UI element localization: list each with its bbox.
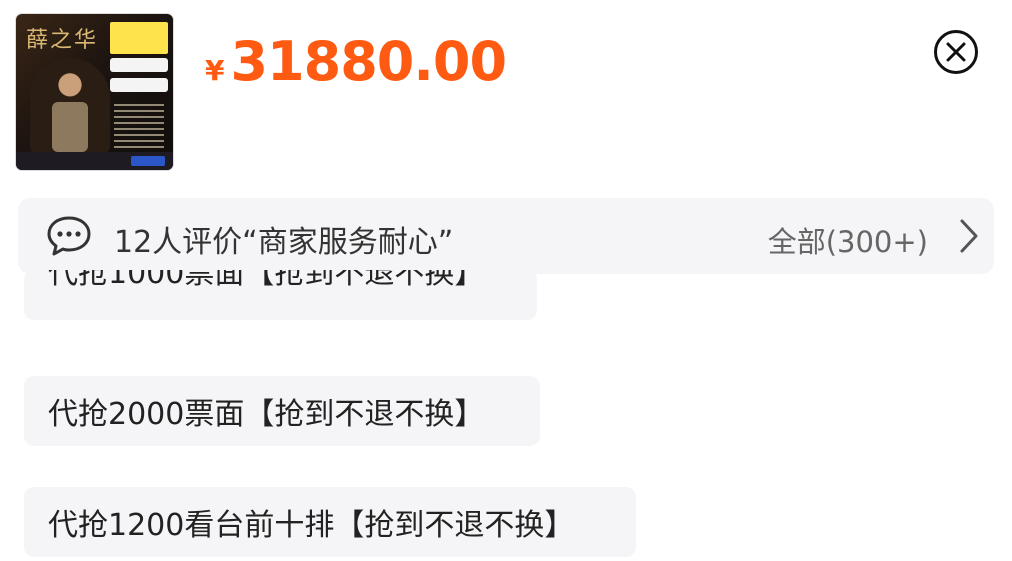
poster-text-lines xyxy=(114,104,164,152)
ticket-option[interactable]: 代抢2000票面【抢到不退不换】 xyxy=(24,376,540,446)
poster-footer xyxy=(16,152,173,170)
poster-banner xyxy=(110,22,168,54)
ticket-option[interactable]: 代抢1200看台前十排【抢到不退不换】 xyxy=(24,487,636,557)
ticket-option-label: 代抢1200看台前十排【抢到不退不换】 xyxy=(48,508,575,543)
chat-bubble-icon xyxy=(47,216,91,256)
poster-tag xyxy=(110,58,168,72)
price-display: ¥ 31880.00 xyxy=(205,30,507,93)
ticket-option[interactable]: 代抢1000票面【抢到不退不换】 xyxy=(24,270,537,320)
poster-title-art: 薛之华 xyxy=(26,28,99,53)
currency-symbol: ¥ xyxy=(205,54,225,87)
ticket-option-label: 代抢2000票面【抢到不退不换】 xyxy=(48,397,485,432)
review-summary-text: 12人评价“商家服务耐心” xyxy=(114,225,454,260)
price-amount: 31880.00 xyxy=(230,30,507,93)
ticket-option-label: 代抢1000票面【抢到不退不换】 xyxy=(48,270,485,291)
review-summary-bar[interactable]: 12人评价“商家服务耐心” 全部(300+) xyxy=(18,198,994,274)
poster-figure xyxy=(30,58,110,154)
chevron-right-icon xyxy=(960,219,978,253)
product-thumbnail[interactable]: 薛之华 xyxy=(16,14,173,170)
close-button[interactable] xyxy=(934,30,978,74)
poster-tag xyxy=(110,78,168,92)
all-reviews-link[interactable]: 全部(300+) xyxy=(768,219,928,261)
close-icon xyxy=(946,42,966,62)
